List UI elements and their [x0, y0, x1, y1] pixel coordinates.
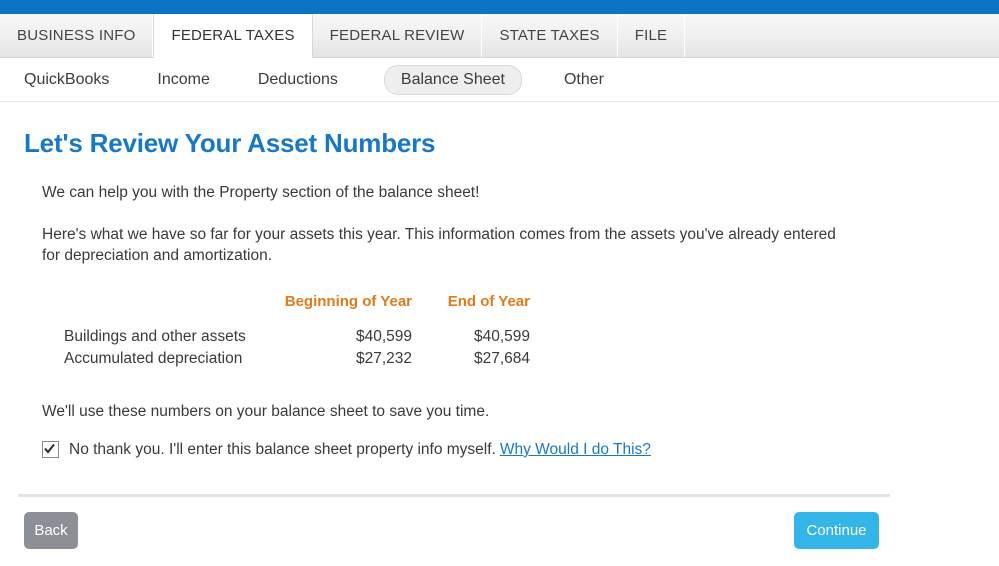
tab-federal-taxes[interactable]: FEDERAL TAXES — [153, 14, 313, 58]
subnav-item-balance-sheet[interactable]: Balance Sheet — [383, 64, 522, 95]
tab-state-taxes[interactable]: STATE TAXES — [482, 14, 618, 57]
description-text: Here's what we have so far for your asse… — [42, 225, 836, 264]
why-would-i-do-this-link[interactable]: Why Would I do This? — [500, 441, 651, 459]
table-row: Buildings and other assets $40,599 $40,5… — [42, 326, 530, 348]
row-label: Buildings and other assets — [64, 327, 246, 345]
tab-state-taxes-label: STATE TAXES — [499, 27, 600, 44]
tab-federal-taxes-label: FEDERAL TAXES — [171, 27, 295, 44]
opt-out-checkbox[interactable] — [42, 441, 59, 459]
subnav-item-balance-sheet-label: Balance Sheet — [400, 70, 505, 88]
row-end-of-year-value: $27,684 — [473, 349, 530, 367]
row-beginning-of-year-value: $40,599 — [355, 327, 412, 345]
opt-out-label: No thank you. I'll enter this balance sh… — [69, 440, 496, 458]
subnav-item-quickbooks[interactable]: QuickBooks — [22, 66, 111, 94]
tab-business-info[interactable]: BUSINESS INFO — [0, 14, 154, 57]
opt-out-row: No thank you. I'll enter this balance sh… — [42, 441, 977, 459]
subnav-item-other[interactable]: Other — [562, 66, 606, 94]
main-tab-strip: BUSINESS INFO FEDERAL TAXES FEDERAL REVI… — [0, 14, 999, 58]
column-header-beginning-of-year: Beginning of Year — [284, 292, 412, 310]
tab-file-label: FILE — [634, 27, 668, 44]
subnav-item-deductions-label: Deductions — [257, 70, 338, 88]
asset-summary-table: Beginning of Year End of Year Buildings … — [42, 293, 530, 370]
checkmark-icon — [44, 444, 55, 454]
tab-business-info-label: BUSINESS INFO — [17, 27, 136, 44]
continue-button[interactable]: Continue — [794, 512, 879, 549]
column-header-label — [42, 293, 267, 326]
table-header-row: Beginning of Year End of Year — [42, 293, 530, 326]
row-label: Accumulated depreciation — [64, 349, 243, 367]
row-beginning-of-year-value: $27,232 — [355, 349, 412, 367]
closing-text: We'll use these numbers on your balance … — [42, 402, 490, 420]
tab-federal-review[interactable]: FEDERAL REVIEW — [312, 14, 483, 57]
subnav-item-deductions[interactable]: Deductions — [256, 66, 340, 94]
page-title: Let's Review Your Asset Numbers — [24, 128, 436, 158]
subnav-item-income[interactable]: Income — [155, 66, 211, 94]
table-row: Accumulated depreciation $27,232 $27,684 — [42, 348, 530, 370]
tab-federal-review-label: FEDERAL REVIEW — [329, 27, 465, 44]
footer-bar: Back Continue — [0, 506, 999, 566]
column-header-end-of-year: End of Year — [447, 292, 530, 310]
tab-file[interactable]: FILE — [617, 14, 686, 57]
footer-divider — [18, 494, 890, 497]
subnav-item-quickbooks-label: QuickBooks — [24, 70, 110, 88]
subnav-item-other-label: Other — [563, 70, 604, 88]
row-end-of-year-value: $40,599 — [473, 327, 530, 345]
sub-navigation: QuickBooks Income Deductions Balance She… — [0, 58, 999, 102]
back-button[interactable]: Back — [24, 512, 78, 549]
subnav-item-income-label: Income — [157, 70, 210, 88]
intro-text: We can help you with the Property sectio… — [42, 184, 480, 201]
main-content: Let's Review Your Asset Numbers We can h… — [0, 128, 999, 459]
tab-strip-filler — [685, 14, 999, 57]
app-title-bar — [0, 0, 999, 14]
